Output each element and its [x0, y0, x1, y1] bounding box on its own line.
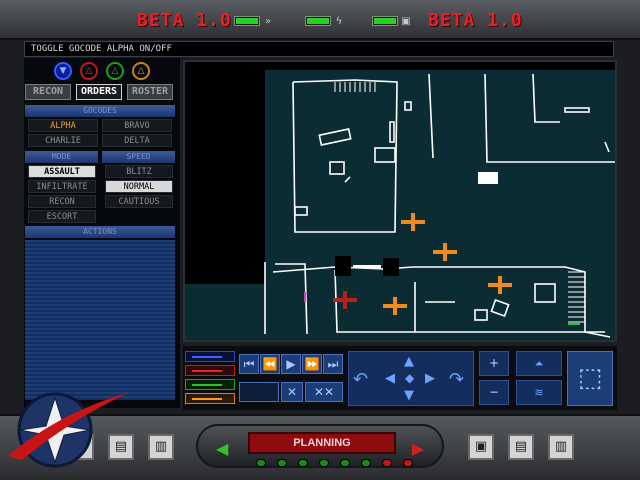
floor-layers-button[interactable]: ≋: [516, 380, 562, 405]
team-path-bars: [185, 351, 235, 407]
gocode-delta[interactable]: DELTA: [102, 134, 172, 147]
planning-mode-button[interactable]: PLANNING: [248, 432, 396, 454]
double-chevron-icon: »: [264, 15, 272, 27]
team-red-icon[interactable]: △: [80, 62, 98, 80]
actions-header: ACTIONS: [25, 226, 175, 238]
mode-infiltrate[interactable]: INFILTRATE: [28, 180, 96, 193]
speed-list: BLITZ NORMAL CAUTIOUS: [105, 165, 173, 208]
mode-escort[interactable]: ESCORT: [28, 210, 96, 223]
bottom-left-button-3[interactable]: ▥: [148, 434, 174, 460]
speed-header: SPEED: [102, 151, 175, 163]
tab-orders[interactable]: ORDERS: [76, 84, 122, 100]
pan-right-icon[interactable]: ▶: [425, 371, 435, 386]
status-led-bar: [234, 16, 260, 26]
status-light-4: [319, 459, 329, 467]
floor-up-button[interactable]: ⏶: [516, 351, 562, 376]
step-back-button[interactable]: ⏪: [260, 354, 280, 374]
status-light-3: [298, 459, 308, 467]
team-orange-path[interactable]: [185, 393, 235, 404]
notes-button[interactable]: ▥: [548, 434, 574, 460]
gocodes-header: GOCODES: [25, 105, 175, 117]
mode-list: ASSAULT INFILTRATE RECON ESCORT: [28, 165, 96, 223]
rotate-left-icon[interactable]: ↶: [353, 369, 368, 390]
camera-nav-pad[interactable]: ↶ ▲ ◀ ◆ ▶ ▼ ↷: [348, 351, 474, 406]
speed-cautious[interactable]: CAUTIOUS: [105, 195, 173, 208]
team-red-path[interactable]: [185, 365, 235, 376]
status-light-8: [403, 459, 413, 467]
team-orange-icon[interactable]: △: [132, 62, 150, 80]
planning-map[interactable]: [183, 60, 617, 342]
message-bar: TOGGLE GOCODE ALPHA ON/OFF: [24, 41, 614, 57]
gocode-alpha[interactable]: ALPHA: [28, 119, 98, 132]
status-led-bar: [372, 16, 398, 26]
mode-header: MODE: [25, 151, 98, 163]
empty-slot: [239, 382, 279, 402]
version-title-left: BETA 1.0: [137, 10, 232, 31]
status-light-1: [256, 459, 266, 467]
status-light-6: [361, 459, 371, 467]
team-green-path[interactable]: [185, 379, 235, 390]
version-title-right: BETA 1.0: [428, 10, 523, 31]
delete-waypoint-button[interactable]: ✕: [281, 382, 303, 402]
step-forward-button[interactable]: ⏩: [302, 354, 322, 374]
mode-pod: ◀ PLANNING ▶: [196, 424, 444, 468]
pan-down-icon[interactable]: ▼: [404, 388, 414, 403]
status-light-5: [340, 459, 350, 467]
delete-all-button[interactable]: ✕✕: [305, 382, 343, 402]
status-slot-1: »: [234, 14, 273, 28]
pan-left-icon[interactable]: ◀: [385, 371, 395, 386]
team-green-icon[interactable]: △: [106, 62, 124, 80]
lightning-icon: ϟ: [335, 15, 343, 27]
pan-up-icon[interactable]: ▲: [404, 354, 414, 369]
gocodes-grid: ALPHA BRAVO CHARLIE DELTA: [28, 119, 172, 147]
top-bar: BETA 1.0 » ϟ ▣ BETA 1.0: [0, 0, 640, 40]
next-mode-arrow-icon[interactable]: ▶: [412, 439, 424, 458]
tab-recon[interactable]: RECON: [25, 84, 71, 100]
save-disk-button[interactable]: ▣: [468, 434, 494, 460]
zoom-out-button[interactable]: −: [479, 380, 509, 405]
rotate-right-icon[interactable]: ↷: [449, 369, 464, 390]
speed-normal[interactable]: NORMAL: [105, 180, 173, 193]
list-button[interactable]: ▤: [508, 434, 534, 460]
zoom-in-button[interactable]: +: [479, 351, 509, 376]
team-blue-icon[interactable]: ▼: [54, 62, 72, 80]
status-light-2: [277, 459, 287, 467]
skip-start-button[interactable]: ⏮: [239, 354, 259, 374]
tab-roster[interactable]: ROSTER: [127, 84, 173, 100]
3d-view-button[interactable]: ⬚: [567, 351, 613, 406]
team-blue-path[interactable]: [185, 351, 235, 362]
status-light-7: [382, 459, 392, 467]
prev-mode-arrow-icon[interactable]: ◀: [216, 439, 228, 458]
status-lights: [256, 459, 413, 467]
control-strip: ⏮ ⏪ ▶ ⏩ ⏭ ✕ ✕✕ ↶ ▲ ◀ ◆ ▶ ▼ ↷ + − ⏶ ≋ ⬚: [183, 346, 617, 410]
orders-panel: ▼ △ △ △ RECON ORDERS ROSTER GOCODES ALPH…: [24, 58, 180, 408]
zoom-in-icon: +: [488, 356, 500, 370]
rainbow-logo-icon: [8, 392, 130, 468]
gocode-charlie[interactable]: CHARLIE: [28, 134, 98, 147]
skip-end-button[interactable]: ⏭: [323, 354, 343, 374]
zoom-out-icon: −: [488, 385, 500, 399]
center-icon[interactable]: ◆: [405, 371, 414, 385]
panel-tabs: RECON ORDERS ROSTER: [25, 84, 173, 100]
camera-icon: ▣: [401, 15, 411, 27]
mode-assault[interactable]: ASSAULT: [28, 165, 96, 178]
team-selector: ▼ △ △ △: [54, 62, 150, 80]
speed-blitz[interactable]: BLITZ: [105, 165, 173, 178]
mode-recon[interactable]: RECON: [28, 195, 96, 208]
floor-plan: [185, 62, 615, 340]
status-slot-2: ϟ: [305, 14, 344, 28]
status-slot-3: ▣: [372, 14, 411, 28]
play-button[interactable]: ▶: [281, 354, 301, 374]
gocode-bravo[interactable]: BRAVO: [102, 119, 172, 132]
status-led-bar: [305, 16, 331, 26]
